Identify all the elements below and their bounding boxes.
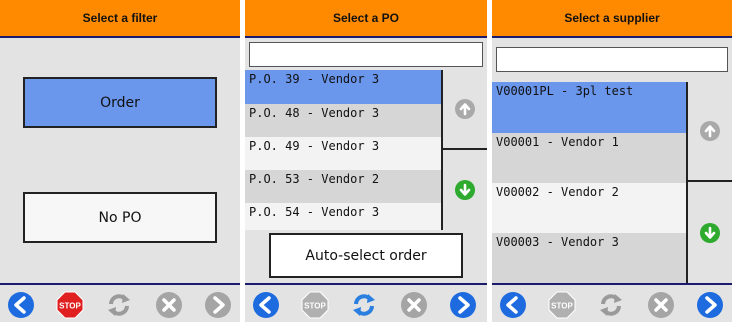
forward-arrow-icon[interactable] [449,291,477,319]
list-item[interactable]: V00001PL - 3pl test [492,82,686,133]
list-item[interactable]: P.O. 54 - Vendor 3 [245,203,441,230]
svg-text:STOP: STOP [551,302,573,311]
supplier-panel-title: Select a supplier [492,0,732,38]
filter-panel: Select a filter Order No PO STOP [0,0,240,322]
supplier-search-input[interactable] [496,47,728,72]
back-arrow-icon[interactable] [252,291,280,319]
cancel-icon[interactable] [647,291,675,319]
back-arrow-icon[interactable] [7,291,35,319]
scroll-down-button[interactable] [688,182,732,283]
order-filter-button[interactable]: Order [23,77,217,128]
scroll-up-button[interactable] [443,70,487,150]
no-po-filter-button[interactable]: No PO [23,192,217,243]
supplier-list: V00001PL - 3pl test V00001 - Vendor 1 V0… [492,82,686,283]
po-search-input[interactable] [249,42,483,67]
list-item[interactable]: P.O. 39 - Vendor 3 [245,70,441,104]
list-item[interactable]: V00001 - Vendor 1 [492,133,686,183]
refresh-icon[interactable] [597,291,625,319]
po-panel-title: Select a PO [245,0,487,38]
footer-toolbar: STOP [492,283,732,322]
auto-select-order-button[interactable]: Auto-select order [269,233,463,278]
list-item[interactable]: P.O. 49 - Vendor 3 [245,137,441,170]
footer-toolbar: STOP [0,283,240,322]
supplier-scroll-column [686,82,732,283]
list-item[interactable]: V00002 - Vendor 2 [492,183,686,233]
back-arrow-icon[interactable] [499,291,527,319]
scroll-up-button[interactable] [688,82,732,182]
list-item[interactable]: V00003 - Vendor 3 [492,233,686,283]
list-item[interactable]: P.O. 53 - Vendor 2 [245,170,441,203]
refresh-icon[interactable] [350,291,378,319]
arrow-down-icon [700,222,720,243]
svg-text:STOP: STOP [59,302,81,311]
po-panel: Select a PO P.O. 39 - Vendor 3 P.O. 48 -… [245,0,487,322]
list-item[interactable]: P.O. 48 - Vendor 3 [245,104,441,137]
stop-icon[interactable]: STOP [548,291,576,319]
refresh-icon[interactable] [105,291,133,319]
svg-text:STOP: STOP [304,302,326,311]
forward-arrow-icon[interactable] [696,291,724,319]
po-scroll-column [441,70,487,230]
filter-panel-title: Select a filter [0,0,240,38]
scroll-down-button[interactable] [443,150,487,230]
supplier-panel: Select a supplier V00001PL - 3pl test V0… [492,0,732,322]
arrow-down-icon [455,180,475,200]
stop-icon[interactable]: STOP [301,291,329,319]
forward-arrow-icon[interactable] [204,291,232,319]
po-list: P.O. 39 - Vendor 3 P.O. 48 - Vendor 3 P.… [245,70,441,230]
cancel-icon[interactable] [155,291,183,319]
footer-toolbar: STOP [245,283,487,322]
cancel-icon[interactable] [400,291,428,319]
arrow-up-icon [700,121,720,141]
stop-icon[interactable]: STOP [56,291,84,319]
arrow-up-icon [455,99,475,119]
